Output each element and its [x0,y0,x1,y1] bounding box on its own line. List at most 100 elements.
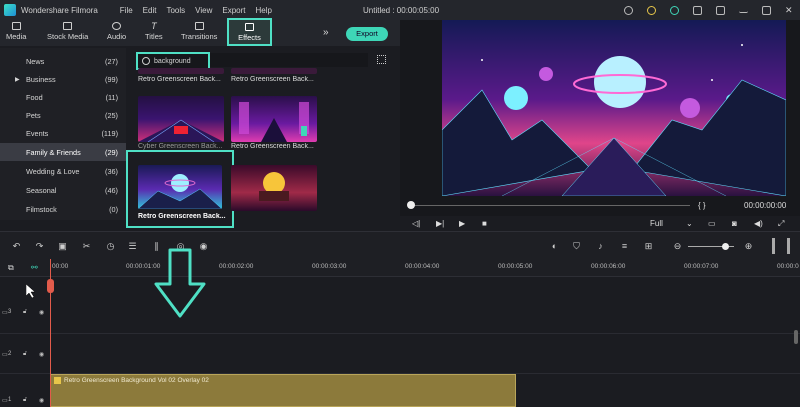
tab-titles[interactable]: T Titles [145,22,163,42]
tab-media[interactable]: Media [6,22,26,41]
category-item[interactable]: Filmstock (0) [0,200,126,218]
search-icon [142,57,150,65]
search-field-extension[interactable] [210,53,368,67]
category-name: Seasonal [26,185,57,195]
playhead-handle[interactable] [47,279,54,293]
play-icon[interactable]: ▶ [459,219,465,228]
volume-icon[interactable]: ◀) [754,219,763,228]
stop-icon[interactable]: ■ [482,219,487,228]
category-item[interactable]: Food (11) [0,88,126,106]
category-item[interactable]: Seasonal (46) [0,181,126,199]
voiceover-icon[interactable]: ≡ [620,242,629,251]
speed-icon[interactable]: ◷ [106,242,115,251]
eye-icon[interactable]: ◉ [39,397,44,404]
category-count: (0) [109,204,118,214]
zoom-in-icon[interactable]: ⊕ [744,242,753,251]
video-preview[interactable] [442,20,786,196]
category-item[interactable]: ▶ Business (99) [0,70,126,88]
delete-icon[interactable]: ▣ [58,242,67,251]
add-track-icon[interactable]: ⧉ [8,263,14,273]
tab-stock-media[interactable]: Stock Media [47,22,88,41]
category-name: Events [26,128,49,138]
ruler-tick: 00:00:03:00 [312,263,347,270]
scrubber-handle[interactable] [407,201,415,209]
effect-thumbnail[interactable] [231,96,317,142]
mark-in-out[interactable]: { } [698,201,706,210]
zoom-slider-handle[interactable] [722,243,729,250]
effect-caption: Retro Greenscreen Back... [231,143,314,150]
link-icon[interactable]: ⚯ [31,263,38,272]
category-count: (99) [105,74,118,84]
close-icon[interactable]: ✕ [785,5,794,15]
chevron-down-icon[interactable]: ⌄ [686,219,693,228]
lock-icon[interactable]: 🔓︎ [23,309,27,316]
save-icon[interactable] [693,5,702,15]
quality-select[interactable]: Full [650,219,663,228]
category-name: Filmstock [26,204,57,214]
menu-edit[interactable]: Edit [143,6,157,15]
timeline-ruler[interactable]: ⧉ ⚯ 00:00 00:00:01:00 00:00:02:00 00:00:… [0,259,800,277]
lock-icon[interactable]: 🔓︎ [23,351,27,358]
mouse-cursor-icon [26,284,36,298]
down-arrow-annotation-icon [154,248,206,318]
bulb-icon[interactable] [647,5,656,15]
tab-transitions[interactable]: Transitions [181,22,217,41]
snap-icon[interactable]: ⊞ [644,242,653,251]
ruler-tick: 00:00:02:00 [219,263,254,270]
effect-caption: Retro Greenscreen Back... [138,213,226,220]
export-button[interactable]: Export [346,27,388,41]
category-count: (119) [101,128,119,138]
menu-file[interactable]: File [120,6,133,15]
cut-icon[interactable]: ✂ [82,242,91,251]
category-item-active[interactable]: Family & Friends (29) [0,143,126,161]
stock-icon [63,22,73,30]
adjust-icon[interactable]: ☰ [128,242,137,251]
prev-frame-icon[interactable]: ◁| [412,219,420,228]
lock-icon[interactable]: 🔓︎ [23,397,27,404]
menu-export[interactable]: Export [222,6,245,15]
playback-scrubber[interactable] [410,205,690,206]
preview-timecode: 00:00:00:00 [744,201,787,210]
tab-audio[interactable]: Audio [107,22,126,41]
category-item[interactable]: Wedding & Love (36) [0,162,126,180]
fullscreen-icon[interactable]: ⤢ [778,219,784,229]
track-number: 1 [8,397,12,403]
effect-thumbnail[interactable] [231,165,317,211]
microphone-icon[interactable]: ♪ [596,242,605,251]
menu-tools[interactable]: Tools [166,6,185,15]
expand-arrow-icon[interactable]: ▶ [15,76,20,83]
snapshot-icon[interactable]: ◙ [732,219,737,228]
more-tabs-icon[interactable]: » [323,27,329,38]
play-pause-icon[interactable]: ▶| [436,219,444,228]
effect-thumbnail[interactable] [138,96,224,142]
display-icon[interactable]: ▭ [708,219,716,228]
category-name: Business [26,74,56,84]
menu-view[interactable]: View [195,6,212,15]
panel-layout-icon[interactable] [772,238,790,254]
eye-icon[interactable]: ◉ [39,309,44,316]
menu-help[interactable]: Help [255,6,271,15]
effect-thumbnail[interactable] [138,68,224,74]
undo-icon[interactable]: ↶ [12,242,21,251]
headset-icon[interactable] [670,5,679,15]
minimize-icon[interactable] [739,8,748,13]
effect-thumbnail[interactable] [231,68,317,74]
shield-icon[interactable]: ⛉ [572,242,581,251]
redo-icon[interactable]: ↷ [35,242,44,251]
category-item[interactable]: News (27) [0,52,126,70]
tab-effects[interactable]: Effects [227,18,272,46]
cloud-icon[interactable] [624,5,633,15]
zoom-out-icon[interactable]: ⊖ [673,242,682,251]
category-count: (36) [105,166,118,176]
mail-icon[interactable] [716,5,725,15]
folder-icon [11,22,21,30]
maximize-icon[interactable] [762,5,771,15]
category-item[interactable]: Events (119) [0,124,126,142]
render-icon[interactable]: ◐ [550,242,559,251]
category-count: (29) [105,147,118,157]
category-name: Pets [26,110,41,120]
category-item[interactable]: Pets (25) [0,106,126,124]
eye-icon[interactable]: ◉ [39,351,44,358]
timeline-scrollbar[interactable] [794,330,798,344]
grid-view-icon[interactable] [377,55,386,64]
